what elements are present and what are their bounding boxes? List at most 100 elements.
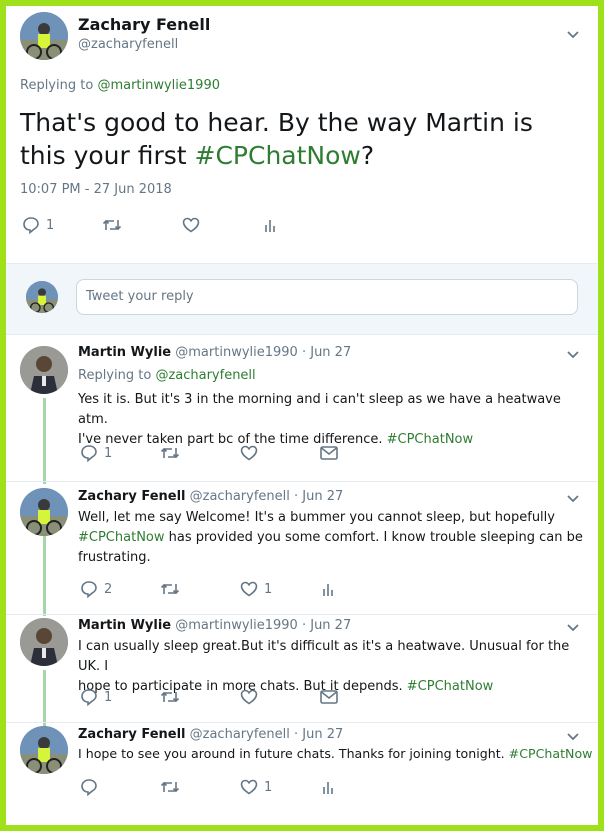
reply-input-placeholder: Tweet your reply (86, 289, 194, 304)
thread-line (43, 536, 46, 616)
retweet-button[interactable] (160, 689, 180, 705)
author-name[interactable]: Martin Wylie (78, 345, 171, 360)
reply-input[interactable]: Tweet your reply (76, 279, 578, 315)
tweet-header: Zachary Fenell @zacharyfenell · Jun 27 (78, 489, 343, 504)
heart-icon (240, 581, 258, 597)
tweet-date[interactable]: · Jun 27 (294, 489, 343, 504)
tweet-text-segment: I hope to see you around in future chats… (78, 746, 509, 761)
tweet-text-line: #CPChatNow has provided you some comfort… (78, 528, 588, 548)
retweet-icon (160, 691, 180, 703)
main-tweet-text-part2: ? (360, 141, 375, 170)
author-name[interactable]: Zachary Fenell (78, 727, 186, 742)
author-handle[interactable]: @martinwylie1990 (175, 345, 298, 360)
analytics-icon (323, 584, 333, 596)
analytics-icon (265, 220, 275, 232)
chevron-down-icon[interactable] (567, 31, 579, 41)
replying-to-handle[interactable]: @zacharyfenell (155, 368, 255, 383)
hashtag-link[interactable]: #CPChatNow (407, 679, 494, 694)
envelope-icon (320, 690, 338, 704)
tweet-text: Well, let me say Welcome! It's a bummer … (78, 508, 588, 568)
analytics-button[interactable] (322, 779, 336, 795)
avatar[interactable] (20, 12, 68, 60)
reply-button[interactable]: 1 (80, 688, 112, 706)
author-handle[interactable]: @martinwylie1990 (175, 618, 298, 633)
like-button[interactable]: 1 (240, 581, 272, 597)
direct-message-button[interactable] (320, 446, 338, 460)
thread-line (43, 670, 46, 728)
tweet-header: Zachary Fenell @zacharyfenell · Jun 27 (78, 727, 343, 742)
like-button[interactable] (182, 217, 200, 233)
avatar[interactable] (20, 618, 68, 666)
divider (6, 614, 598, 615)
heart-icon (240, 689, 258, 705)
tweet-text-line: Yes it is. But it's 3 in the morning and… (78, 392, 561, 427)
tweet-timestamp[interactable]: 10:07 PM - 27 Jun 2018 (20, 182, 172, 197)
chevron-down-icon[interactable] (567, 733, 579, 743)
author-handle[interactable]: @zacharyfenell (190, 727, 290, 742)
tweet-text-line: I hope to see you around in future chats… (78, 744, 593, 764)
author-handle[interactable]: @zacharyfenell (190, 489, 290, 504)
like-button[interactable] (240, 689, 258, 705)
hashtag-link[interactable]: #CPChatNow (509, 746, 593, 761)
reply-icon (81, 689, 97, 706)
author-handle[interactable]: @zacharyfenell (78, 37, 178, 52)
replying-to-label: Replying to (78, 368, 156, 383)
like-button[interactable] (240, 445, 258, 461)
reply-button[interactable]: 1 (80, 444, 112, 462)
like-count: 1 (264, 779, 273, 795)
retweet-button[interactable] (160, 779, 180, 795)
replying-to-handle[interactable]: @martinwylie1990 (97, 78, 220, 93)
tweet-text-segment: I've never taken part bc of the time dif… (78, 432, 387, 447)
reply-count: 1 (104, 445, 113, 461)
chevron-down-icon[interactable] (567, 495, 579, 505)
heart-icon (240, 445, 258, 461)
author-name[interactable]: Martin Wylie (78, 618, 171, 633)
replying-to: Replying to @martinwylie1990 (20, 78, 220, 93)
reply-composer: Tweet your reply (6, 263, 598, 335)
tweet-text: I hope to see you around in future chats… (78, 744, 593, 764)
replying-to: Replying to @zacharyfenell (78, 368, 256, 383)
avatar[interactable] (20, 726, 68, 774)
retweet-button[interactable] (102, 217, 122, 233)
tweet-header: Martin Wylie @martinwylie1990 · Jun 27 (78, 345, 351, 360)
reply-count: 1 (104, 689, 113, 705)
tweet-header: Martin Wylie @martinwylie1990 · Jun 27 (78, 618, 351, 633)
retweet-button[interactable] (160, 581, 180, 597)
retweet-icon (160, 583, 180, 595)
like-button[interactable]: 1 (240, 779, 272, 795)
direct-message-button[interactable] (320, 690, 338, 704)
analytics-icon (323, 782, 333, 794)
avatar[interactable] (20, 346, 68, 394)
thread-line (43, 398, 46, 484)
hashtag-link[interactable]: #CPChatNow (78, 530, 165, 545)
analytics-button[interactable] (322, 581, 336, 597)
reply-count: 1 (46, 217, 55, 233)
analytics-button[interactable] (264, 217, 278, 233)
author-name[interactable]: Zachary Fenell (78, 489, 186, 504)
avatar (26, 281, 58, 313)
tweet-text-line: Well, let me say Welcome! It's a bummer … (78, 510, 555, 525)
reply-button[interactable] (80, 778, 98, 796)
heart-icon (240, 779, 258, 795)
main-tweet-text: That's good to hear. By the way Martin i… (20, 106, 580, 172)
tweet-text-line: frustrating. (78, 550, 151, 565)
retweet-icon (160, 781, 180, 793)
retweet-button[interactable] (160, 445, 180, 461)
chevron-down-icon[interactable] (567, 351, 579, 361)
tweet-date[interactable]: · Jun 27 (294, 727, 343, 742)
retweet-icon (102, 219, 122, 231)
hashtag-link[interactable]: #CPChatNow (387, 432, 474, 447)
like-count: 1 (264, 581, 273, 597)
tweet-text: I can usually sleep great.But it's diffi… (78, 637, 588, 697)
tweet-text-line: I can usually sleep great.But it's diffi… (78, 639, 570, 674)
hashtag-link[interactable]: #CPChatNow (195, 141, 361, 170)
envelope-icon (320, 446, 338, 460)
avatar[interactable] (20, 488, 68, 536)
tweet-date[interactable]: · Jun 27 (302, 345, 351, 360)
reply-button[interactable]: 2 (80, 580, 112, 598)
author-name[interactable]: Zachary Fenell (78, 15, 210, 34)
chevron-down-icon[interactable] (567, 624, 579, 634)
reply-button[interactable]: 1 (22, 216, 54, 234)
reply-count: 2 (104, 581, 113, 597)
tweet-date[interactable]: · Jun 27 (302, 618, 351, 633)
